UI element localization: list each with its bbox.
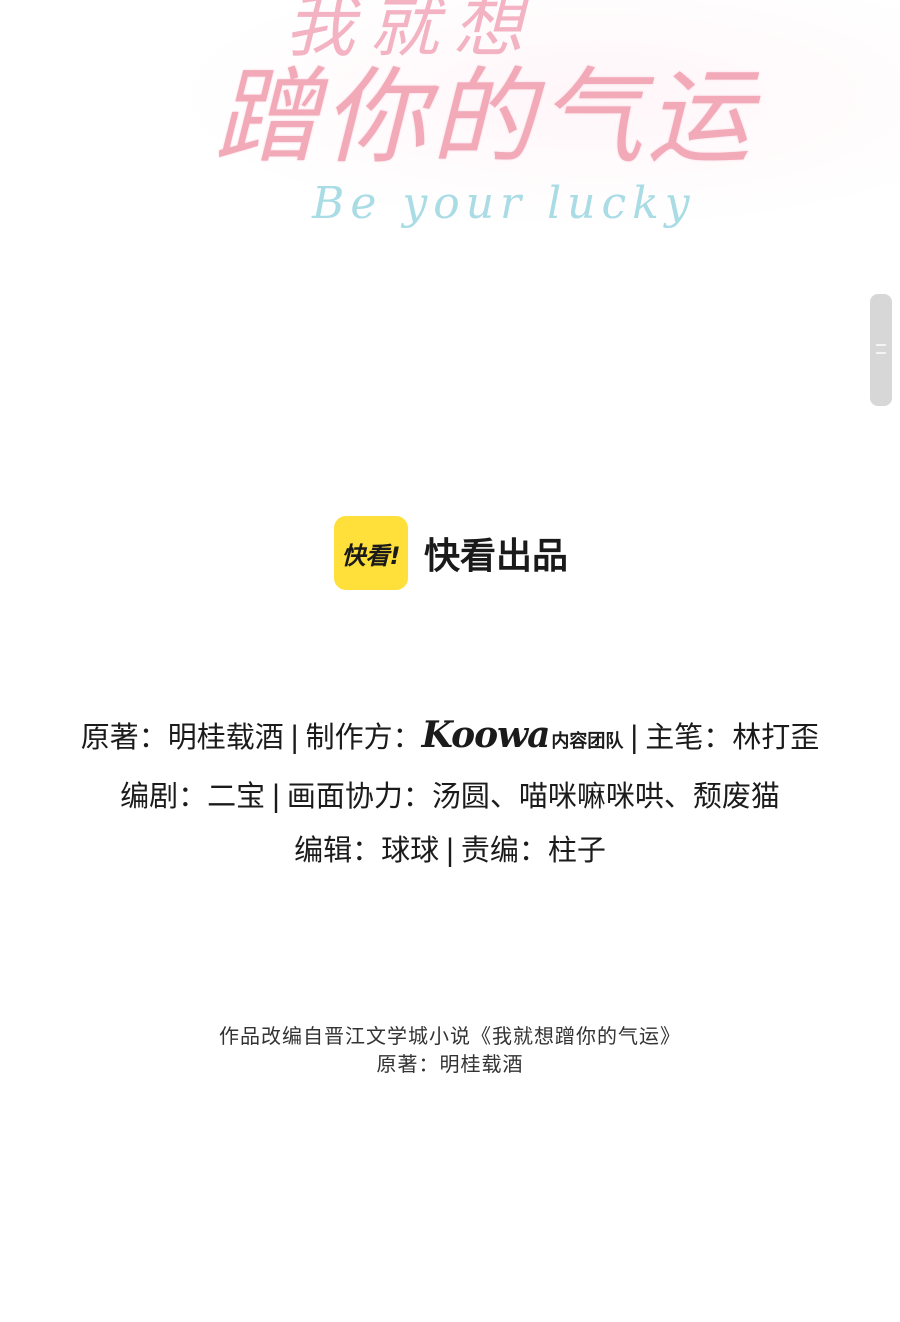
scroll-handle[interactable] xyxy=(870,294,892,406)
adaptation-source: 作品改编自晋江文学城小说《我就想蹭你的气运》 xyxy=(219,1024,681,1048)
producer-team: 内容团队 xyxy=(551,731,624,752)
credit-line-1: 原著：明桂载酒 | 制作方：Koowa 内容团队 | 主笔：林打歪 xyxy=(0,708,900,769)
koowa-logo: Koowa xyxy=(421,714,551,756)
grip-line xyxy=(876,344,886,346)
publisher-text: 快看出品 xyxy=(424,536,569,577)
adaptation-note: 作品改编自晋江文学城小说《我就想蹭你的气运》 原著：明桂载酒 xyxy=(0,1022,900,1078)
lead-label: 主笔： xyxy=(645,720,733,754)
title-line-2: 蹭你的气运 xyxy=(215,56,756,178)
writer-label: 编剧： xyxy=(120,779,208,813)
writer: 二宝 xyxy=(207,779,266,813)
credits: 原著：明桂载酒 | 制作方：Koowa 内容团队 | 主笔：林打歪 编剧：二宝 | 画面协力：… xyxy=(0,708,900,877)
separator: | xyxy=(445,833,455,867)
kuaikan-logo-icon: 快看! xyxy=(334,516,408,590)
editor-label: 编辑： xyxy=(294,833,382,867)
producer-label: 制作方： xyxy=(305,720,422,754)
credit-line-2: 编剧：二宝 | 画面协力：汤圆、喵咪嘛咪哄、颓废猫 xyxy=(0,769,900,823)
grip-line xyxy=(876,352,886,354)
publisher: 快看! 快看出品 xyxy=(334,516,568,590)
lead-artist: 林打歪 xyxy=(732,720,820,754)
title-logo: 我就想 蹭你的气运 Be your lucky xyxy=(0,0,900,250)
chief-editor-label: 责编： xyxy=(460,833,548,867)
credit-line-3: 编辑：球球 | 责编：柱子 xyxy=(0,823,900,877)
author-label: 原著： xyxy=(80,720,168,754)
separator: | xyxy=(271,779,281,813)
separator: | xyxy=(289,720,300,754)
author: 明桂载酒 xyxy=(167,720,284,754)
original-author: 原著：明桂载酒 xyxy=(376,1052,524,1076)
editor: 球球 xyxy=(381,833,440,867)
assist-label: 画面协力： xyxy=(286,779,432,813)
assistants: 汤圆、喵咪嘛咪哄、颓废猫 xyxy=(431,779,780,813)
title-subtitle: Be your lucky xyxy=(312,178,696,229)
separator: | xyxy=(629,720,640,754)
chief-editor: 柱子 xyxy=(547,833,606,867)
